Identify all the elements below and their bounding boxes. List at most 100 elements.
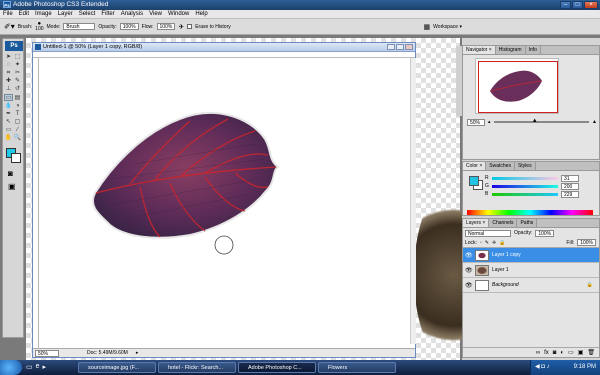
menu-help[interactable]: Help	[192, 10, 210, 19]
taskbar-item-flickr[interactable]: hotel - Flickr: Search...	[158, 362, 236, 373]
menu-filter[interactable]: Filter	[98, 10, 117, 19]
close-button[interactable]: ×	[584, 1, 598, 9]
pen-tool-icon[interactable]: ✒	[4, 111, 13, 118]
color-foreground-swatch[interactable]	[469, 176, 479, 186]
brush-tool-icon[interactable]: ✎	[13, 78, 22, 85]
g-slider[interactable]	[492, 184, 558, 188]
lock-position-icon[interactable]: ✛	[492, 240, 496, 246]
marquee-tool-icon[interactable]: ⬚	[13, 54, 22, 61]
layer-row-layer1[interactable]: 👁 Layer 1	[463, 263, 599, 278]
zoom-field[interactable]: 50%	[35, 350, 59, 357]
path-select-icon[interactable]: ↖	[4, 119, 13, 126]
taskbar-item-sourceimage[interactable]: sourceimage.jpg (F...	[78, 362, 156, 373]
slice-tool-icon[interactable]: ✂	[13, 70, 22, 77]
layer-style-icon[interactable]: fx	[544, 348, 549, 357]
media-icon[interactable]: ▸	[43, 363, 47, 371]
tab-histogram[interactable]: Histogram	[495, 46, 526, 54]
tab-styles[interactable]: Styles	[514, 162, 536, 170]
doc-info-arrow-icon[interactable]: ▸	[136, 349, 139, 357]
minimize-button[interactable]: –	[560, 1, 571, 9]
lock-image-icon[interactable]: ✎	[485, 240, 489, 246]
r-slider[interactable]	[492, 176, 558, 180]
history-brush-icon[interactable]: ↺	[13, 86, 22, 93]
erase-history-checkbox[interactable]	[187, 24, 193, 29]
menu-image[interactable]: Image	[32, 10, 55, 19]
brush-preview[interactable]: ● 100	[35, 21, 43, 32]
eraser-tool-icon[interactable]: ▭	[4, 94, 13, 101]
doc-info[interactable]: Doc: 5.49M/9.60M	[87, 349, 128, 357]
hand-tool-icon[interactable]: ✋	[4, 135, 13, 142]
eraser-tool-icon[interactable]: ✐▾	[4, 22, 15, 31]
opacity-field[interactable]: 100%	[119, 23, 139, 30]
menu-window[interactable]: Window	[165, 10, 192, 19]
zoom-out-icon[interactable]: ▴	[488, 119, 491, 125]
dock-icon[interactable]: ▦	[424, 23, 431, 31]
mode-select[interactable]: Brush	[63, 23, 96, 30]
tab-info[interactable]: Info	[525, 46, 541, 54]
r-value[interactable]: 31	[561, 174, 579, 182]
show-desktop-icon[interactable]: ▭	[26, 363, 33, 371]
menu-select[interactable]: Select	[76, 10, 99, 19]
menu-edit[interactable]: Edit	[16, 10, 32, 19]
lasso-tool-icon[interactable]: ◌	[4, 62, 13, 69]
lock-all-icon[interactable]: 🔒	[499, 240, 505, 246]
screen-mode-icon[interactable]: ▣	[8, 182, 23, 191]
ie-icon[interactable]: e	[36, 363, 40, 371]
tab-swatches[interactable]: Swatches	[486, 162, 515, 170]
tab-layers[interactable]: Layers ×	[463, 219, 490, 227]
zoom-tool-icon[interactable]: 🔍	[13, 135, 22, 142]
new-group-icon[interactable]: ▭	[568, 348, 574, 357]
visibility-eye-icon[interactable]: 👁	[465, 282, 473, 289]
notes-tool-icon[interactable]: ▭	[4, 127, 13, 134]
tab-navigator[interactable]: Navigator ×	[463, 46, 496, 54]
menu-analysis[interactable]: Analysis	[118, 10, 146, 19]
new-layer-icon[interactable]: ▣	[578, 348, 584, 357]
shape-tool-icon[interactable]: ▢	[13, 119, 22, 126]
layer-row-layer1-copy[interactable]: 👁 Layer 1 copy	[463, 248, 599, 263]
eyedropper-icon[interactable]: ⁄	[13, 127, 22, 134]
color-spectrum-bar[interactable]	[467, 210, 593, 215]
tab-channels[interactable]: Channels	[489, 219, 518, 227]
healing-tool-icon[interactable]: ✚	[4, 78, 13, 85]
flow-field[interactable]: 100%	[156, 23, 176, 30]
layer-row-background[interactable]: 👁 Background 🔒	[463, 278, 599, 293]
navigator-preview[interactable]	[475, 58, 559, 114]
layer-mask-icon[interactable]: ◙	[553, 348, 557, 357]
maximize-button[interactable]: □	[572, 1, 583, 9]
magic-wand-icon[interactable]: ✦	[13, 62, 22, 69]
menu-view[interactable]: View	[146, 10, 165, 19]
visibility-eye-icon[interactable]: 👁	[465, 267, 473, 274]
visibility-eye-icon[interactable]: 👁	[465, 252, 473, 259]
move-tool-icon[interactable]: ➤	[4, 54, 13, 61]
blur-tool-icon[interactable]: 💧	[4, 103, 13, 110]
clock[interactable]: 9:18 PM	[574, 364, 596, 370]
delete-layer-icon[interactable]: 🗑	[587, 348, 595, 357]
fill-field[interactable]: 100%	[577, 239, 596, 246]
taskbar-item-flowers[interactable]: Flowers	[318, 362, 396, 373]
dodge-tool-icon[interactable]: ◑	[13, 103, 22, 110]
airbrush-icon[interactable]: ✈	[178, 23, 184, 31]
menu-file[interactable]: File	[0, 10, 16, 19]
start-button[interactable]	[0, 360, 22, 375]
gradient-tool-icon[interactable]: ▤	[13, 95, 22, 102]
workspace-button[interactable]: Workspace ▾	[433, 24, 462, 30]
menu-layer[interactable]: Layer	[55, 10, 76, 19]
tray-icons[interactable]: ◀ ◘ ♪	[531, 360, 550, 375]
blend-mode-select[interactable]: Normal	[465, 229, 511, 237]
tab-paths[interactable]: Paths	[517, 219, 538, 227]
quick-mask-icon[interactable]: ◙	[8, 169, 23, 178]
doc-close-button[interactable]	[405, 44, 413, 50]
type-tool-icon[interactable]: T	[13, 111, 22, 118]
lock-transparent-icon[interactable]: ▫	[480, 240, 482, 246]
adjustment-layer-icon[interactable]: ◐	[560, 348, 564, 357]
navigator-zoom-slider[interactable]: ▲	[493, 118, 590, 124]
navigator-zoom-field[interactable]: 50%	[467, 118, 485, 126]
zoom-in-icon[interactable]: ▲	[592, 119, 597, 125]
document-vertical-scrollbar[interactable]	[410, 58, 416, 344]
doc-minimize-button[interactable]	[387, 44, 395, 50]
taskbar-item-photoshop[interactable]: Adobe Photoshop C...	[238, 362, 316, 373]
b-value[interactable]: 229	[561, 190, 579, 198]
crop-tool-icon[interactable]: ⌗	[4, 70, 13, 77]
background-color-swatch[interactable]	[11, 153, 21, 163]
stamp-tool-icon[interactable]: ⊥	[4, 86, 13, 93]
